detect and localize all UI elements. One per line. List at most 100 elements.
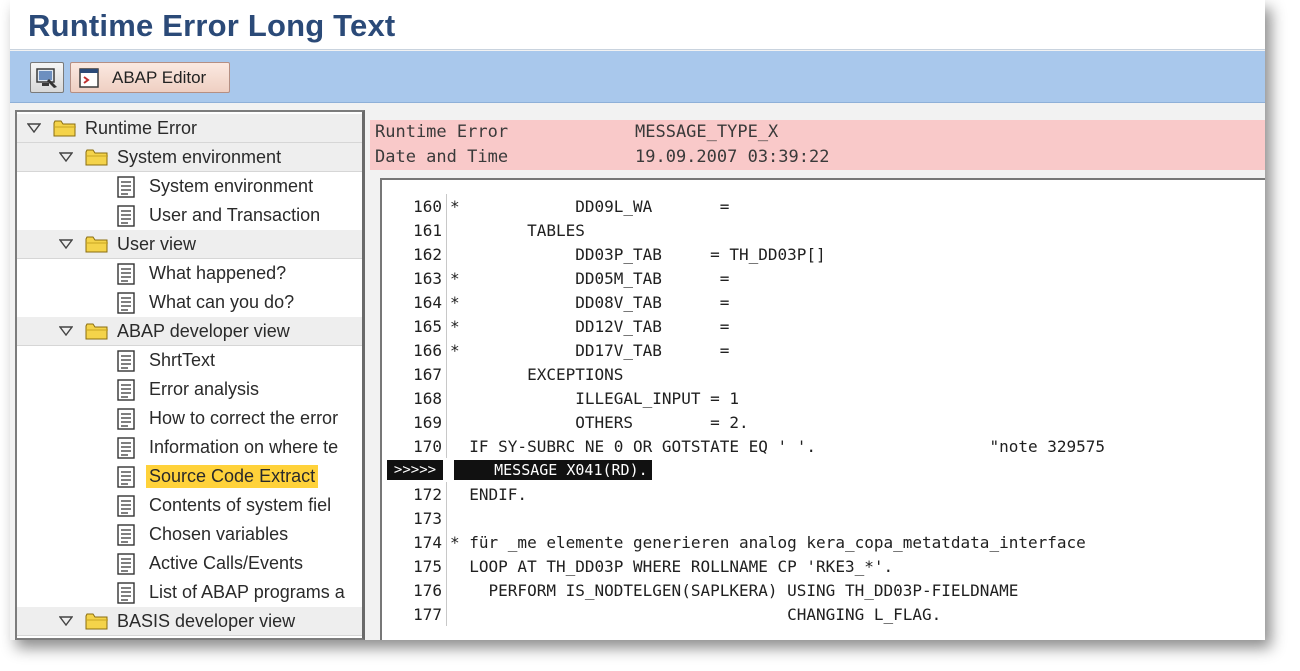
- code-text: TABLES: [450, 221, 585, 240]
- code-text: * für _me elemente generieren analog ker…: [450, 533, 1086, 552]
- code-line: 169 OTHERS = 2.: [382, 410, 1265, 434]
- error-line-marker: >>>>>: [387, 460, 443, 480]
- tree-folder-basis-developer-view[interactable]: BASIS developer view: [17, 607, 362, 636]
- tree-item-chosen-variables[interactable]: Chosen variables: [17, 520, 362, 549]
- abap-editor-icon: [78, 67, 100, 89]
- abap-editor-button[interactable]: ABAP Editor: [70, 62, 230, 93]
- tree-folder-runtime-error[interactable]: Runtime Error: [17, 114, 362, 143]
- display-change-button[interactable]: [30, 62, 64, 93]
- tree-item-active-calls-events[interactable]: Active Calls/Events: [17, 549, 362, 578]
- tree-item-shrttext[interactable]: ShrtText: [17, 346, 362, 375]
- line-number: 162: [413, 245, 442, 264]
- error-detail-panel: Runtime Error MESSAGE_TYPE_X Date and Ti…: [370, 110, 1265, 640]
- code-text: CHANGING L_FLAG.: [450, 605, 942, 624]
- tree-label: List of ABAP programs a: [149, 582, 345, 602]
- document-icon: [117, 291, 135, 314]
- collapse-icon[interactable]: [57, 614, 75, 628]
- line-number: 173: [413, 509, 442, 528]
- tree-item-contents-of-system-fields[interactable]: Contents of system fiel: [17, 491, 362, 520]
- tree-label: BASIS developer view: [117, 610, 296, 631]
- tree-item-error-analysis[interactable]: Error analysis: [17, 375, 362, 404]
- code-text: PERFORM IS_NODTELGEN(SAPLKERA) USING TH_…: [450, 581, 1019, 600]
- tree-label: ABAP developer view: [117, 320, 290, 341]
- header-row-runtime-error: Runtime Error MESSAGE_TYPE_X: [370, 120, 1265, 145]
- tree-label: What happened?: [149, 263, 287, 283]
- page-title: Runtime Error Long Text: [28, 8, 396, 43]
- code-line: 174 * für _me elemente generieren analog…: [382, 530, 1265, 554]
- document-icon: [117, 349, 135, 372]
- header-value: MESSAGE_TYPE_X: [635, 122, 779, 142]
- code-text: * DD08V_TAB =: [450, 293, 730, 312]
- folder-open-icon: [85, 323, 108, 340]
- document-icon: [117, 175, 135, 198]
- line-number: 175: [413, 557, 442, 576]
- code-line: 173: [382, 506, 1265, 530]
- tree-label: Runtime Error: [85, 117, 198, 138]
- document-icon: [117, 465, 135, 488]
- code-line: 175 LOOP AT TH_DD03P WHERE ROLLNAME CP '…: [382, 554, 1265, 578]
- code-line: 164 * DD08V_TAB =: [382, 290, 1265, 314]
- code-line: 167 EXCEPTIONS: [382, 362, 1265, 386]
- document-icon: [117, 436, 135, 459]
- source-code-extract[interactable]: 160 * DD09L_WA = 161 TABLES 162 DD03P_TA…: [380, 178, 1265, 640]
- title-bar: Runtime Error Long Text: [10, 0, 1265, 50]
- header-value: 19.09.2007 03:39:22: [635, 147, 830, 167]
- tree-item-list-of-abap-programs[interactable]: List of ABAP programs a: [17, 578, 362, 607]
- tree-label: Chosen variables: [149, 524, 289, 544]
- tree-label: User view: [117, 233, 197, 254]
- code-line: 176 PERFORM IS_NODTELGEN(SAPLKERA) USING…: [382, 578, 1265, 602]
- tree-item-system-environment[interactable]: System environment: [17, 172, 362, 201]
- folder-open-icon: [85, 613, 108, 630]
- line-number: 174: [413, 533, 442, 552]
- tree-folder-system-environment[interactable]: System environment: [17, 143, 362, 172]
- code-text: * DD05M_TAB =: [450, 269, 730, 288]
- code-text: IF SY-SUBRC NE 0 OR GOTSTATE EQ ' '. "no…: [450, 437, 1106, 456]
- tree-label: Contents of system fiel: [149, 495, 332, 515]
- tree-item-what-happened[interactable]: What happened?: [17, 259, 362, 288]
- code-line: 161 TABLES: [382, 218, 1265, 242]
- header-row-date-time: Date and Time 19.09.2007 03:39:22: [370, 145, 1265, 170]
- collapse-icon[interactable]: [57, 237, 75, 251]
- tree-item-user-and-transaction[interactable]: User and Transaction: [17, 201, 362, 230]
- folder-open-icon: [85, 236, 108, 253]
- collapse-icon[interactable]: [57, 324, 75, 338]
- line-number: 176: [413, 581, 442, 600]
- code-line: 165 * DD12V_TAB =: [382, 314, 1265, 338]
- tree-item-source-code-extract[interactable]: Source Code Extract: [17, 462, 362, 491]
- line-number: 163: [413, 269, 442, 288]
- code-line: 160 * DD09L_WA =: [382, 194, 1265, 218]
- collapse-icon[interactable]: [57, 150, 75, 164]
- code-line: 177 CHANGING L_FLAG.: [382, 602, 1265, 626]
- document-icon: [117, 407, 135, 430]
- tree-item-what-can-you-do[interactable]: What can you do?: [17, 288, 362, 317]
- code-text: * DD12V_TAB =: [450, 317, 730, 336]
- code-text: ENDIF.: [450, 485, 528, 504]
- line-number: 170: [413, 437, 442, 456]
- abap-editor-label: ABAP Editor: [112, 67, 207, 87]
- code-text: * DD17V_TAB =: [450, 341, 730, 360]
- tree-item-information-on-where[interactable]: Information on where te: [17, 433, 362, 462]
- line-number: 165: [413, 317, 442, 336]
- header-label: Date and Time: [375, 147, 509, 167]
- folder-open-icon: [53, 120, 76, 137]
- error-code-text: MESSAGE X041(RD).: [454, 460, 652, 480]
- line-number: 168: [413, 389, 442, 408]
- document-icon: [117, 378, 135, 401]
- line-number: 177: [413, 605, 442, 624]
- tree-folder-abap-developer-view[interactable]: ABAP developer view: [17, 317, 362, 346]
- line-number: 160: [413, 197, 442, 216]
- folder-open-icon: [85, 149, 108, 166]
- header-label: Runtime Error: [375, 122, 509, 142]
- line-number: 169: [413, 413, 442, 432]
- code-line: 168 ILLEGAL_INPUT = 1: [382, 386, 1265, 410]
- collapse-icon[interactable]: [25, 121, 43, 135]
- tree-label: How to correct the error: [149, 408, 339, 428]
- code-line: 170 IF SY-SUBRC NE 0 OR GOTSTATE EQ ' '.…: [382, 434, 1265, 458]
- tree-item-how-to-correct[interactable]: How to correct the error: [17, 404, 362, 433]
- code-text: OTHERS = 2.: [450, 413, 749, 432]
- tree-folder-user-view[interactable]: User view: [17, 230, 362, 259]
- document-icon: [117, 523, 135, 546]
- display-change-icon: [36, 67, 57, 88]
- code-text: * DD09L_WA =: [450, 197, 730, 216]
- code-text: DD03P_TAB = TH_DD03P[]: [450, 245, 826, 264]
